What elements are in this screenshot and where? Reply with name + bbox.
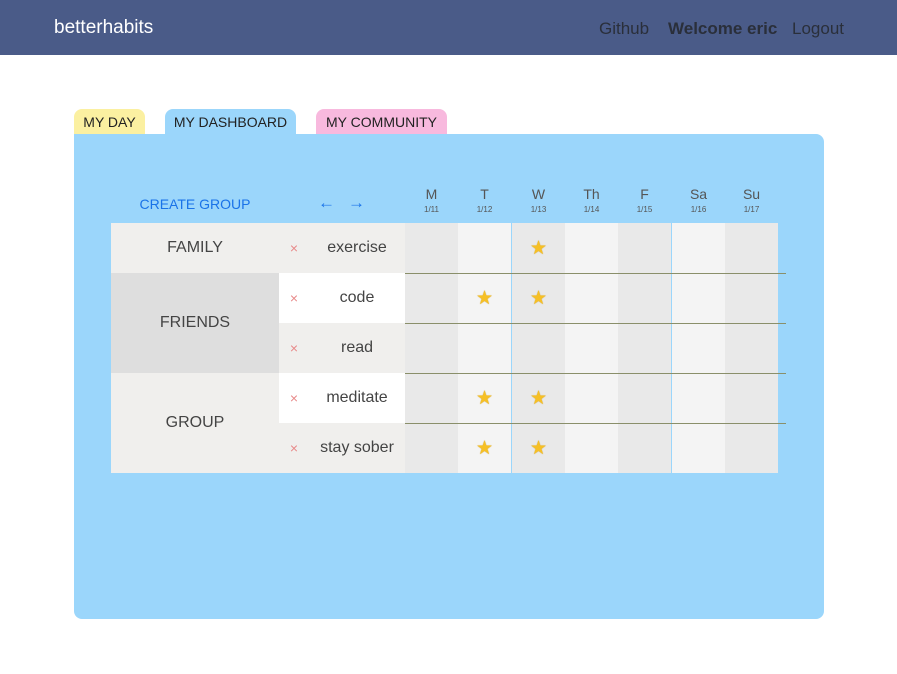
habit-day-cell[interactable] bbox=[725, 423, 778, 473]
day-date: 1/14 bbox=[583, 205, 600, 214]
logout-link[interactable]: Logout bbox=[792, 19, 844, 39]
day-name: Sa bbox=[689, 186, 708, 202]
habit-name: exercise bbox=[309, 223, 405, 273]
habit-day-cell[interactable] bbox=[672, 273, 725, 323]
star-icon: ★ bbox=[475, 437, 494, 459]
habit-day-cell[interactable] bbox=[672, 323, 725, 373]
day-name: T bbox=[480, 186, 489, 202]
star-icon: ★ bbox=[475, 387, 494, 409]
row-divider bbox=[405, 273, 786, 274]
star-icon: ★ bbox=[529, 387, 548, 409]
day-name: F bbox=[640, 186, 649, 202]
habit-day-cell[interactable]: ★ bbox=[458, 423, 511, 473]
habit-day-cell[interactable] bbox=[618, 423, 671, 473]
day-name: W bbox=[531, 186, 546, 202]
habit-name: meditate bbox=[309, 373, 405, 423]
habit-day-cell[interactable]: ★ bbox=[458, 373, 511, 423]
day-header: Su 1/17 bbox=[725, 186, 778, 214]
habit-day-cell[interactable] bbox=[565, 273, 618, 323]
habit-day-cell[interactable]: ★ bbox=[512, 373, 565, 423]
habit-day-cell[interactable] bbox=[725, 323, 778, 373]
habit-day-cell[interactable] bbox=[618, 223, 671, 273]
day-header: F 1/15 bbox=[618, 186, 671, 214]
group-name: FRIENDS bbox=[111, 273, 279, 373]
habit-name: read bbox=[309, 323, 405, 373]
day-date: 1/16 bbox=[690, 205, 707, 214]
day-header: Th 1/14 bbox=[565, 186, 618, 214]
delete-habit-icon[interactable]: × bbox=[279, 223, 309, 273]
star-icon: ★ bbox=[529, 437, 548, 459]
habit-day-cell[interactable] bbox=[672, 373, 725, 423]
navbar: betterhabits Github Welcome eric Logout bbox=[0, 0, 897, 55]
day-name: Su bbox=[742, 186, 761, 202]
habit-day-cell[interactable] bbox=[618, 273, 671, 323]
habit-day-cell[interactable] bbox=[725, 373, 778, 423]
welcome-user: Welcome eric bbox=[668, 19, 778, 38]
habit-day-cell[interactable]: ★ bbox=[458, 273, 511, 323]
day-date: 1/11 bbox=[424, 205, 439, 214]
habit-day-cell[interactable] bbox=[565, 423, 618, 473]
tab-my-community[interactable]: MY COMMUNITY bbox=[316, 109, 447, 135]
tab-my-dashboard[interactable]: MY DASHBOARD bbox=[165, 109, 296, 135]
row-divider bbox=[405, 373, 786, 374]
day-header: T 1/12 bbox=[458, 186, 511, 214]
prev-week-arrow-icon[interactable]: ← bbox=[318, 193, 335, 213]
habit-day-cell[interactable] bbox=[405, 373, 458, 423]
habit-day-cell[interactable] bbox=[725, 223, 778, 273]
day-header: Sa 1/16 bbox=[672, 186, 725, 214]
habit-day-cell[interactable] bbox=[565, 323, 618, 373]
habit-day-cell[interactable] bbox=[405, 423, 458, 473]
day-date: 1/17 bbox=[743, 205, 760, 214]
delete-habit-icon[interactable]: × bbox=[279, 423, 309, 473]
group-name: GROUP bbox=[111, 373, 279, 473]
day-date: 1/13 bbox=[530, 205, 547, 214]
habit-day-cell[interactable]: ★ bbox=[512, 273, 565, 323]
day-date: 1/12 bbox=[476, 205, 493, 214]
habit-day-cell[interactable] bbox=[565, 373, 618, 423]
delete-habit-icon[interactable]: × bbox=[279, 323, 309, 373]
row-divider bbox=[405, 423, 786, 424]
habit-day-cell[interactable] bbox=[725, 273, 778, 323]
create-group-button[interactable]: CREATE GROUP bbox=[111, 196, 279, 212]
group-name: FAMILY bbox=[111, 223, 279, 273]
github-link[interactable]: Github bbox=[599, 19, 649, 39]
habit-day-cell[interactable] bbox=[405, 323, 458, 373]
delete-habit-icon[interactable]: × bbox=[279, 273, 309, 323]
delete-habit-icon[interactable]: × bbox=[279, 373, 309, 423]
habit-day-cell[interactable] bbox=[672, 423, 725, 473]
habit-day-cell[interactable] bbox=[405, 273, 458, 323]
habit-day-cell[interactable]: ★ bbox=[512, 423, 565, 473]
day-header: M 1/11 bbox=[405, 186, 458, 214]
habit-day-cell[interactable] bbox=[618, 323, 671, 373]
next-week-arrow-icon[interactable]: → bbox=[348, 193, 365, 213]
star-icon: ★ bbox=[529, 287, 548, 309]
habit-day-cell[interactable] bbox=[458, 223, 511, 273]
day-name: Th bbox=[583, 186, 600, 202]
habit-day-cell[interactable] bbox=[512, 323, 565, 373]
tab-my-day[interactable]: MY DAY bbox=[74, 109, 145, 135]
row-divider bbox=[405, 323, 786, 324]
brand-logo[interactable]: betterhabits bbox=[54, 17, 153, 39]
habit-day-cell[interactable] bbox=[405, 223, 458, 273]
day-name: M bbox=[425, 186, 438, 202]
habit-day-cell[interactable] bbox=[565, 223, 618, 273]
habit-name: stay sober bbox=[309, 423, 405, 473]
star-icon: ★ bbox=[529, 237, 548, 259]
habit-day-cell[interactable] bbox=[618, 373, 671, 423]
star-icon: ★ bbox=[475, 287, 494, 309]
habit-name: code bbox=[309, 273, 405, 323]
habit-day-cell[interactable]: ★ bbox=[512, 223, 565, 273]
habit-day-cell[interactable] bbox=[672, 223, 725, 273]
habit-day-cell[interactable] bbox=[458, 323, 511, 373]
day-header: W 1/13 bbox=[512, 186, 565, 214]
day-date: 1/15 bbox=[636, 205, 653, 214]
